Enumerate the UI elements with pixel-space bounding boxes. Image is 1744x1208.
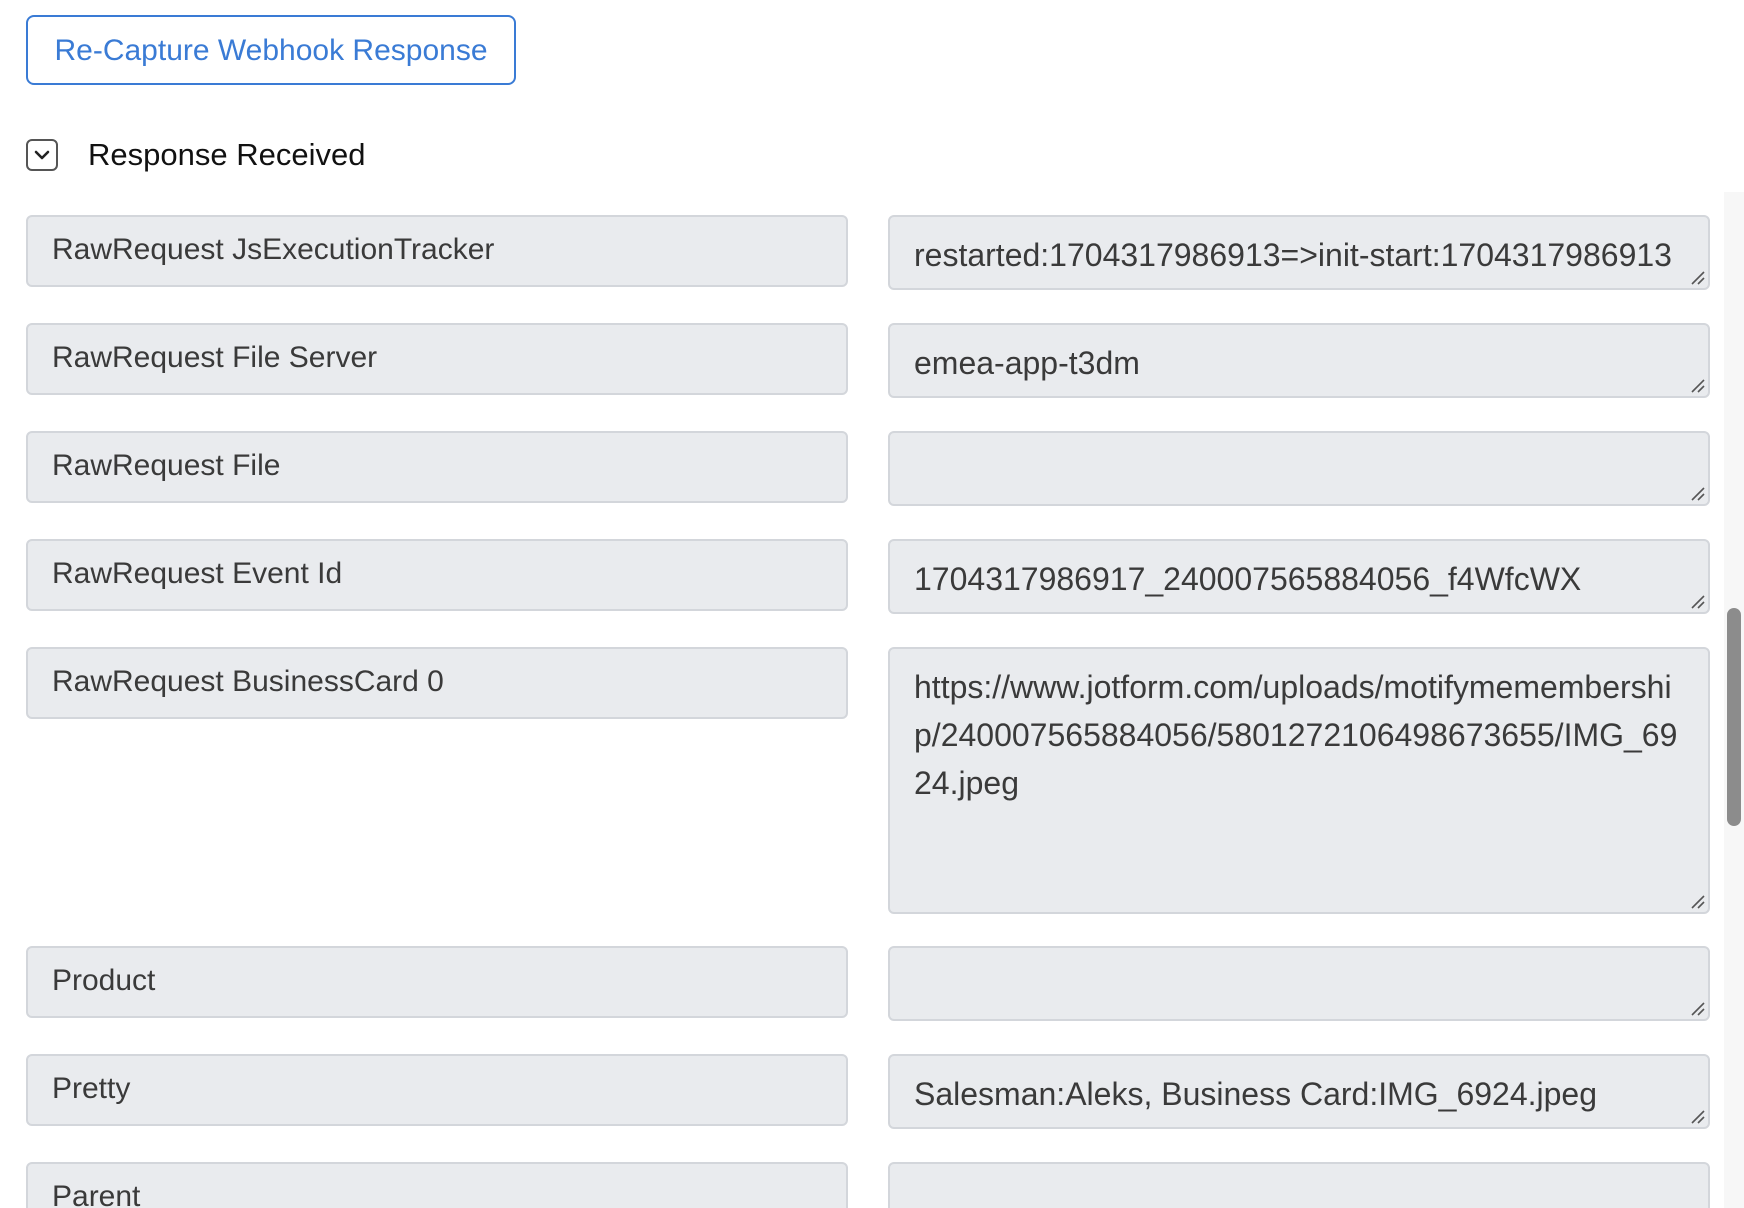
field-value[interactable]: Salesman:Aleks, Business Card:IMG_6924.j… <box>888 1054 1710 1129</box>
resize-handle-icon[interactable] <box>1689 377 1705 393</box>
scrollbar-thumb[interactable] <box>1727 608 1741 826</box>
field-value-text: https://www.jotform.com/uploads/motifyme… <box>914 669 1678 801</box>
webhook-response-panel: Re-Capture Webhook Response Response Rec… <box>0 0 1744 1208</box>
field-value[interactable]: emea-app-t3dm <box>888 323 1710 398</box>
field-value[interactable]: 1704317986917_240007565884056_f4WfcWX <box>888 539 1710 614</box>
resize-handle-icon[interactable] <box>1689 1000 1705 1016</box>
field-key[interactable]: RawRequest JsExecutionTracker <box>26 215 848 287</box>
field-key[interactable]: Parent <box>26 1162 848 1208</box>
field-value[interactable]: https://www.jotform.com/uploads/motifyme… <box>888 647 1710 914</box>
resize-handle-icon[interactable] <box>1689 485 1705 501</box>
field-value-text: Salesman:Aleks, Business Card:IMG_6924.j… <box>914 1076 1598 1112</box>
field-value-text: restarted:1704317986913=>init-start:1704… <box>914 237 1672 288</box>
field-list: RawRequest JsExecutionTracker restarted:… <box>0 0 1744 1208</box>
field-key[interactable]: RawRequest BusinessCard 0 <box>26 647 848 719</box>
field-value[interactable] <box>888 431 1710 506</box>
resize-handle-icon[interactable] <box>1689 893 1705 909</box>
field-key[interactable]: Pretty <box>26 1054 848 1126</box>
field-key[interactable]: RawRequest File <box>26 431 848 503</box>
field-value[interactable] <box>888 1162 1710 1208</box>
resize-handle-icon[interactable] <box>1689 593 1705 609</box>
field-value[interactable]: restarted:1704317986913=>init-start:1704… <box>888 215 1710 290</box>
field-key[interactable]: RawRequest Event Id <box>26 539 848 611</box>
resize-handle-icon[interactable] <box>1689 1108 1705 1124</box>
field-value[interactable] <box>888 946 1710 1021</box>
field-value-text: 1704317986917_240007565884056_f4WfcWX <box>914 561 1582 597</box>
resize-handle-icon[interactable] <box>1689 269 1705 285</box>
field-key[interactable]: Product <box>26 946 848 1018</box>
field-value-text: emea-app-t3dm <box>914 345 1140 381</box>
field-key[interactable]: RawRequest File Server <box>26 323 848 395</box>
